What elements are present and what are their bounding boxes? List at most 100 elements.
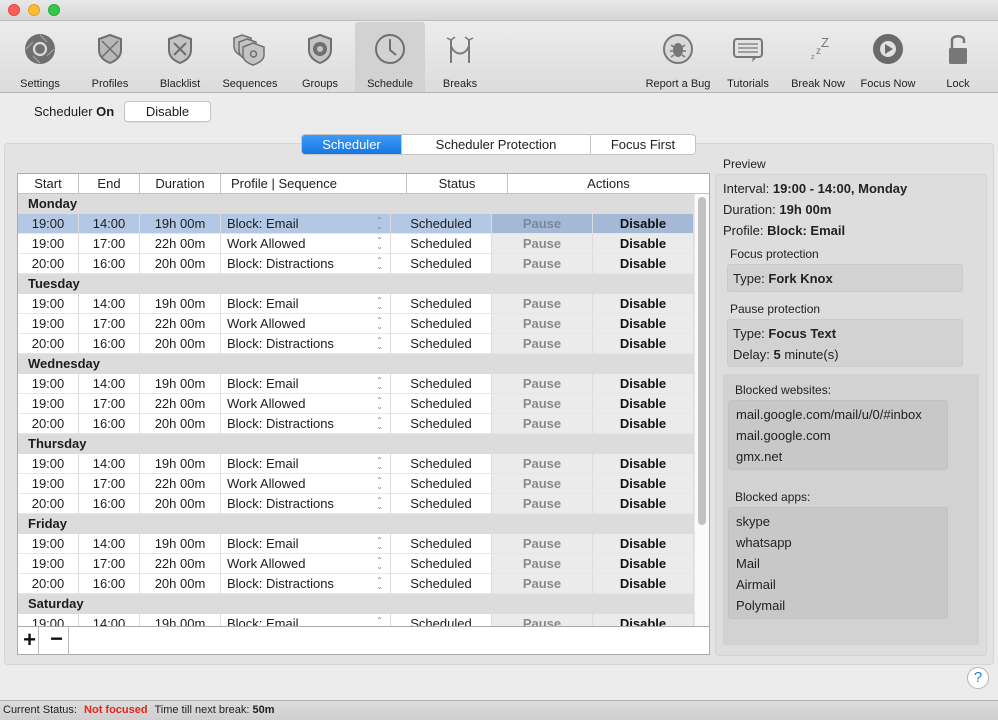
column-header-end[interactable]: End — [79, 174, 140, 194]
preview-profile-label: Profile: — [723, 223, 764, 238]
add-schedule-button[interactable]: + — [21, 627, 39, 654]
disable-row-button[interactable]: Disable — [593, 494, 694, 514]
pause-button[interactable]: Pause — [492, 254, 593, 274]
table-row[interactable]: 19:00 14:00 19h 00m Block: Email ⌃⌄ Scheduled… — [18, 454, 694, 474]
end-cell-text: 14:00 — [92, 376, 126, 391]
duration-cell-text: 20h 00m — [154, 496, 206, 511]
disable-row-button[interactable]: Disable — [593, 534, 694, 554]
minimize-window-button[interactable] — [28, 4, 40, 16]
pause-button[interactable]: Pause — [492, 414, 593, 434]
pause-button[interactable]: Pause — [492, 214, 593, 234]
pause-button-text: Pause — [522, 496, 562, 511]
profile-select[interactable]: Block: Distractions ⌃ ⌄ — [221, 494, 391, 514]
pause-button[interactable]: Pause — [492, 474, 593, 494]
disable-row-button[interactable]: Disable — [593, 454, 694, 474]
blocked-website-item: mail.google.com/mail/u/0/#inbox — [736, 407, 922, 422]
table-row[interactable]: 20:00 16:00 20h 00m Block: Distractions ⌃ ⌄ Sc… — [18, 254, 694, 274]
end-cell-text: 17:00 — [92, 396, 126, 411]
table-scrollbar-thumb[interactable] — [698, 197, 706, 525]
profile-select[interactable]: Block: Email ⌃⌄ — [221, 374, 391, 394]
disable-row-button[interactable]: Disable — [593, 474, 694, 494]
pause-button[interactable]: Pause — [492, 614, 593, 626]
pause-button[interactable]: Pause — [492, 454, 593, 474]
table-row[interactable]: 19:00 14:00 19h 00m Block: Email ⌃⌄ Scheduled… — [18, 374, 694, 394]
table-row[interactable]: 20:00 16:00 20h 00m Block: Distractions ⌃ ⌄ Sc… — [18, 334, 694, 354]
disable-row-button[interactable]: Disable — [593, 414, 694, 434]
close-window-button[interactable] — [8, 4, 20, 16]
zoom-window-button[interactable] — [48, 4, 60, 16]
disable-row-button[interactable]: Disable — [593, 614, 694, 626]
select-stepper-icon: ⌃⌄ — [376, 296, 383, 311]
profile-select[interactable]: Block: Email ⌃⌄ — [221, 294, 391, 314]
column-header-start[interactable]: Start — [18, 174, 79, 194]
toolbar-lock-button[interactable]: Lock — [923, 22, 993, 92]
table-row[interactable]: 19:00 14:00 19h 00m Block: Email ⌃⌄ Scheduled… — [18, 294, 694, 314]
end-cell-text: 17:00 — [92, 316, 126, 331]
end-cell: 14:00 — [79, 214, 140, 234]
disable-row-button[interactable]: Disable — [593, 574, 694, 594]
status-cell: Scheduled — [391, 234, 492, 254]
profile-select[interactable]: Block: Email ⌃⌄ — [221, 534, 391, 554]
table-row[interactable]: 19:00 14:00 19h 00m Block: Email ⌃⌄ Scheduled… — [18, 614, 694, 626]
column-header-profile[interactable]: Profile | Sequence — [221, 174, 407, 194]
profile-select[interactable]: Block: Distractions ⌃ ⌄ — [221, 574, 391, 594]
help-button[interactable]: ? — [967, 667, 989, 689]
column-header-status[interactable]: Status — [407, 174, 508, 194]
table-row[interactable]: 19:00 17:00 22h 00m Work Allowed ⌃ ⌄ Scheduled… — [18, 314, 694, 334]
disable-row-button[interactable]: Disable — [593, 394, 694, 414]
pause-button[interactable]: Pause — [492, 554, 593, 574]
tab-scheduler-protection[interactable]: Scheduler Protection — [402, 135, 591, 154]
table-row[interactable]: 19:00 17:00 22h 00m Work Allowed ⌃ ⌄ Scheduled… — [18, 554, 694, 574]
table-row[interactable]: 19:00 17:00 22h 00m Work Allowed ⌃ ⌄ Scheduled… — [18, 474, 694, 494]
table-row[interactable]: 19:00 17:00 22h 00m Work Allowed ⌃ ⌄ Scheduled… — [18, 394, 694, 414]
profile-select[interactable]: Work Allowed ⌃ ⌄ — [221, 554, 391, 574]
pause-button[interactable]: Pause — [492, 394, 593, 414]
pause-button[interactable]: Pause — [492, 494, 593, 514]
disable-row-button[interactable]: Disable — [593, 334, 694, 354]
profile-select[interactable]: Block: Email ⌃⌄ — [221, 614, 391, 626]
disable-row-button[interactable]: Disable — [593, 374, 694, 394]
disable-row-button[interactable]: Disable — [593, 554, 694, 574]
table-row[interactable]: 19:00 17:00 22h 00m Work Allowed ⌃ ⌄ Scheduled… — [18, 234, 694, 254]
pause-button[interactable]: Pause — [492, 374, 593, 394]
table-row[interactable]: 20:00 16:00 20h 00m Block: Distractions ⌃ ⌄ Sc… — [18, 574, 694, 594]
end-cell: 17:00 — [79, 554, 140, 574]
remove-schedule-button[interactable]: − — [45, 627, 69, 654]
profile-select[interactable]: Block: Email ⌃⌄ — [221, 214, 391, 234]
profile-select[interactable]: Block: Distractions ⌃ ⌄ — [221, 414, 391, 434]
table-scrollbar[interactable] — [694, 194, 709, 626]
play-aperture-icon — [873, 34, 903, 64]
tab-scheduler[interactable]: Scheduler — [302, 135, 402, 154]
table-row[interactable]: 20:00 16:00 20h 00m Block: Distractions ⌃ ⌄ Sc… — [18, 494, 694, 514]
profile-select[interactable]: Work Allowed ⌃ ⌄ — [221, 474, 391, 494]
column-header-actions[interactable]: Actions — [508, 174, 709, 194]
disable-row-button[interactable]: Disable — [593, 214, 694, 234]
toolbar-breaks-button[interactable]: Breaks — [425, 22, 495, 92]
pause-button[interactable]: Pause — [492, 574, 593, 594]
disable-row-button[interactable]: Disable — [593, 314, 694, 334]
select-stepper-icon: ⌃⌄ — [376, 316, 383, 331]
pause-button[interactable]: Pause — [492, 314, 593, 334]
table-row[interactable]: 19:00 14:00 19h 00m Block: Email ⌃⌄ Scheduled… — [18, 214, 694, 234]
disable-row-button[interactable]: Disable — [593, 234, 694, 254]
profile-select[interactable]: Work Allowed ⌃ ⌄ — [221, 394, 391, 414]
disable-row-button[interactable]: Disable — [593, 294, 694, 314]
column-header-duration[interactable]: Duration — [140, 174, 221, 194]
pause-button[interactable]: Pause — [492, 234, 593, 254]
table-row[interactable]: 19:00 14:00 19h 00m Block: Email ⌃⌄ Scheduled… — [18, 534, 694, 554]
start-cell: 19:00 — [18, 614, 79, 626]
profile-select[interactable]: Block: Email ⌃⌄ — [221, 454, 391, 474]
table-row[interactable]: 20:00 16:00 20h 00m Block: Distractions ⌃ ⌄ Sc… — [18, 414, 694, 434]
pause-button[interactable]: Pause — [492, 534, 593, 554]
pause-protection-type: Type: Focus Text — [733, 326, 836, 341]
profile-select-text: Block: Email — [227, 536, 299, 551]
disable-scheduler-button[interactable]: Disable — [124, 101, 211, 122]
pause-button[interactable]: Pause — [492, 294, 593, 314]
pause-button[interactable]: Pause — [492, 334, 593, 354]
disable-row-button[interactable]: Disable — [593, 254, 694, 274]
profile-select[interactable]: Block: Distractions ⌃ ⌄ — [221, 254, 391, 274]
profile-select[interactable]: Work Allowed ⌃ ⌄ — [221, 234, 391, 254]
profile-select[interactable]: Work Allowed ⌃ ⌄ — [221, 314, 391, 334]
tab-focus-first[interactable]: Focus First — [591, 135, 695, 154]
profile-select[interactable]: Block: Distractions ⌃ ⌄ — [221, 334, 391, 354]
